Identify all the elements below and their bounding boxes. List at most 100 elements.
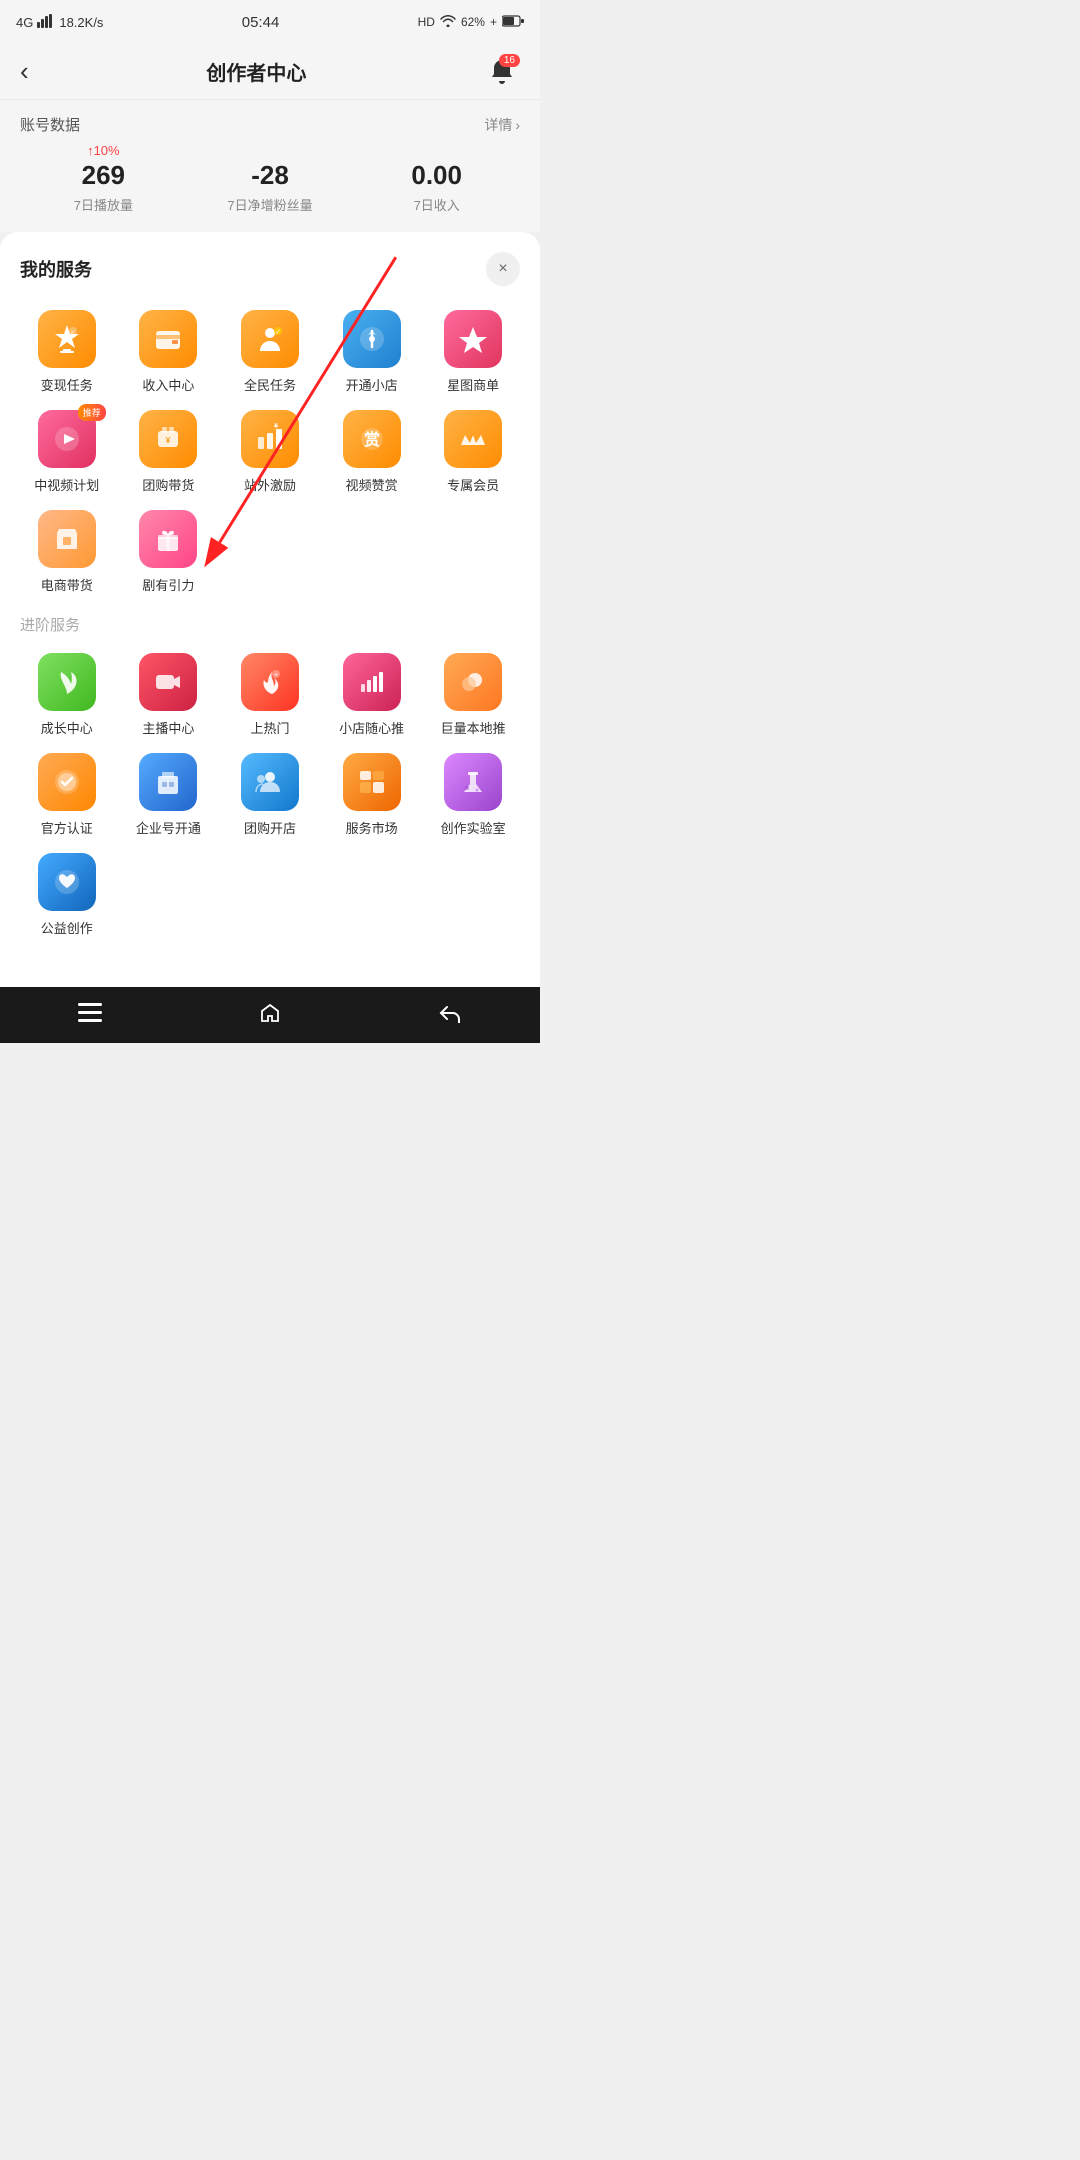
bottom-nav: [0, 987, 540, 1043]
service-item-localPush[interactable]: 巨量本地推: [426, 653, 520, 737]
service-icon-cashTask: ✓: [38, 310, 96, 368]
svg-text:✓: ✓: [70, 330, 75, 336]
service-item-cashTask[interactable]: ✓ 变现任务: [20, 310, 114, 394]
service-icon-serviceMarket: [343, 753, 401, 811]
charging-icon: +: [490, 15, 497, 29]
service-icon-creatorLab: [444, 753, 502, 811]
service-item-growCenter[interactable]: 成长中心: [20, 653, 114, 737]
service-item-hostCenter[interactable]: 主播中心: [122, 653, 216, 737]
service-label-offsite: 站外激励: [244, 475, 296, 494]
service-item-incomeCenter[interactable]: 收入中心: [122, 310, 216, 394]
battery-icon: [502, 15, 524, 30]
service-label-cashTask: 变现任务: [41, 375, 93, 394]
service-item-groupBuy[interactable]: ¥ 团购带货: [122, 410, 216, 494]
service-item-hotTrend[interactable]: + 上热门: [223, 653, 317, 737]
service-icon-openShop: [343, 310, 401, 368]
service-icon-offsite: ¥: [241, 410, 299, 468]
my-services-grid: ✓ 变现任务 收入中心 ✓: [20, 310, 520, 594]
stat-value-followers: -28: [187, 160, 354, 191]
status-left: 4G 18.2K/s: [16, 14, 103, 31]
service-icon-localPush: [444, 653, 502, 711]
service-item-shopPush[interactable]: 小店随心推: [325, 653, 419, 737]
nav-back-button[interactable]: [425, 993, 475, 1033]
battery-percent: 62%: [461, 15, 485, 29]
signal-bars: [37, 14, 55, 31]
service-icon-officialCert: [38, 753, 96, 811]
notification-badge: 16: [499, 54, 520, 67]
service-label-videoReward: 视频赞赏: [346, 475, 398, 494]
card-header: 我的服务 ×: [20, 252, 520, 286]
nav-home-button[interactable]: [245, 993, 295, 1033]
account-data-detail-link[interactable]: 详情 ›: [484, 115, 520, 135]
service-item-charityCreate[interactable]: 公益创作: [20, 853, 114, 937]
service-icon-allTask: ✓: [241, 310, 299, 368]
stat-followers: - -28 7日净增粉丝量: [187, 143, 354, 214]
service-label-serviceMarket: 服务市场: [346, 818, 398, 837]
service-item-ecomGoods[interactable]: 电商带货: [20, 510, 114, 594]
account-data-section: 账号数据 详情 › ↑10% 269 7日播放量 - -28 7日净增粉丝量 -…: [0, 100, 540, 232]
stat-up-indicator: ↑10%: [20, 143, 187, 158]
service-icon-hostCenter: [139, 653, 197, 711]
top-nav: ‹ 创作者中心 16: [0, 44, 540, 100]
service-label-officialCert: 官方认证: [41, 818, 93, 837]
service-label-starChart: 星图商单: [447, 375, 499, 394]
service-label-creatorLab: 创作实验室: [441, 818, 506, 837]
service-label-openShop: 开通小店: [346, 375, 398, 394]
service-label-localPush: 巨量本地推: [441, 718, 506, 737]
account-data-label: 账号数据: [20, 114, 80, 135]
service-label-incomeCenter: 收入中心: [142, 375, 194, 394]
service-item-creatorLab[interactable]: 创作实验室: [426, 753, 520, 837]
service-item-groupOpen[interactable]: 团购开店: [223, 753, 317, 837]
notification-bell[interactable]: 16: [484, 54, 520, 90]
speed-label: 18.2K/s: [59, 15, 103, 30]
stat-label-followers: 7日净增粉丝量: [187, 195, 354, 214]
svg-text:+: +: [274, 672, 278, 679]
service-icon-starChart: [444, 310, 502, 368]
close-button[interactable]: ×: [486, 252, 520, 286]
stat-playcount: ↑10% 269 7日播放量: [20, 143, 187, 214]
network-label: 4G: [16, 15, 33, 30]
nav-menu-button[interactable]: [65, 993, 115, 1033]
service-label-shopPush: 小店随心推: [339, 718, 404, 737]
service-item-serviceMarket[interactable]: 服务市场: [325, 753, 419, 837]
svg-text:¥: ¥: [272, 423, 279, 430]
service-icon-shopPush: [343, 653, 401, 711]
service-icon-hotTrend: +: [241, 653, 299, 711]
status-time: 05:44: [242, 14, 280, 31]
advanced-services-grid: 成长中心 主播中心 +: [20, 653, 520, 937]
svg-text:✓: ✓: [275, 329, 281, 336]
service-label-groupBuy: 团购带货: [142, 475, 194, 494]
recommend-badge: 推荐: [78, 404, 106, 421]
hd-label: HD: [418, 15, 435, 29]
back-button[interactable]: ‹: [20, 56, 29, 87]
service-item-midVideo[interactable]: 推荐 中视频计划: [20, 410, 114, 494]
stat-label-income: 7日收入: [353, 195, 520, 214]
service-label-vipMember: 专属会员: [447, 475, 499, 494]
service-label-allTask: 全民任务: [244, 375, 296, 394]
service-label-midVideo: 中视频计划: [34, 475, 99, 494]
service-item-openShop[interactable]: 开通小店: [325, 310, 419, 394]
account-stats-row: ↑10% 269 7日播放量 - -28 7日净增粉丝量 - 0.00 7日收入: [20, 143, 520, 214]
service-label-hostCenter: 主播中心: [142, 718, 194, 737]
service-icon-ecomGoods: [38, 510, 96, 568]
advanced-services-section: 进阶服务 成长中心 主播中心: [20, 614, 520, 937]
service-item-dramaForce[interactable]: 剧有引力: [122, 510, 216, 594]
service-item-videoReward[interactable]: 赏 视频赞赏: [325, 410, 419, 494]
service-icon-groupBuy: ¥: [139, 410, 197, 468]
service-item-offsite[interactable]: ¥ 站外激励: [223, 410, 317, 494]
service-item-vipMember[interactable]: ✓ 专属会员: [426, 410, 520, 494]
stat-value-income: 0.00: [353, 160, 520, 191]
service-item-starChart[interactable]: 星图商单: [426, 310, 520, 394]
my-services-title: 我的服务: [20, 256, 92, 282]
service-item-officialCert[interactable]: 官方认证: [20, 753, 114, 837]
stat-value-play: 269: [20, 160, 187, 191]
service-item-allTask[interactable]: ✓ 全民任务: [223, 310, 317, 394]
advanced-services-title: 进阶服务: [20, 614, 520, 635]
svg-text:赏: 赏: [364, 430, 380, 449]
service-icon-growCenter: [38, 653, 96, 711]
service-label-ecomGoods: 电商带货: [41, 575, 93, 594]
service-item-enterprise[interactable]: 企业号开通: [122, 753, 216, 837]
service-label-hotTrend: 上热门: [250, 718, 289, 737]
main-services-card: 我的服务 × ✓ 变现任务: [0, 232, 540, 987]
status-right: HD 62% +: [418, 14, 524, 30]
